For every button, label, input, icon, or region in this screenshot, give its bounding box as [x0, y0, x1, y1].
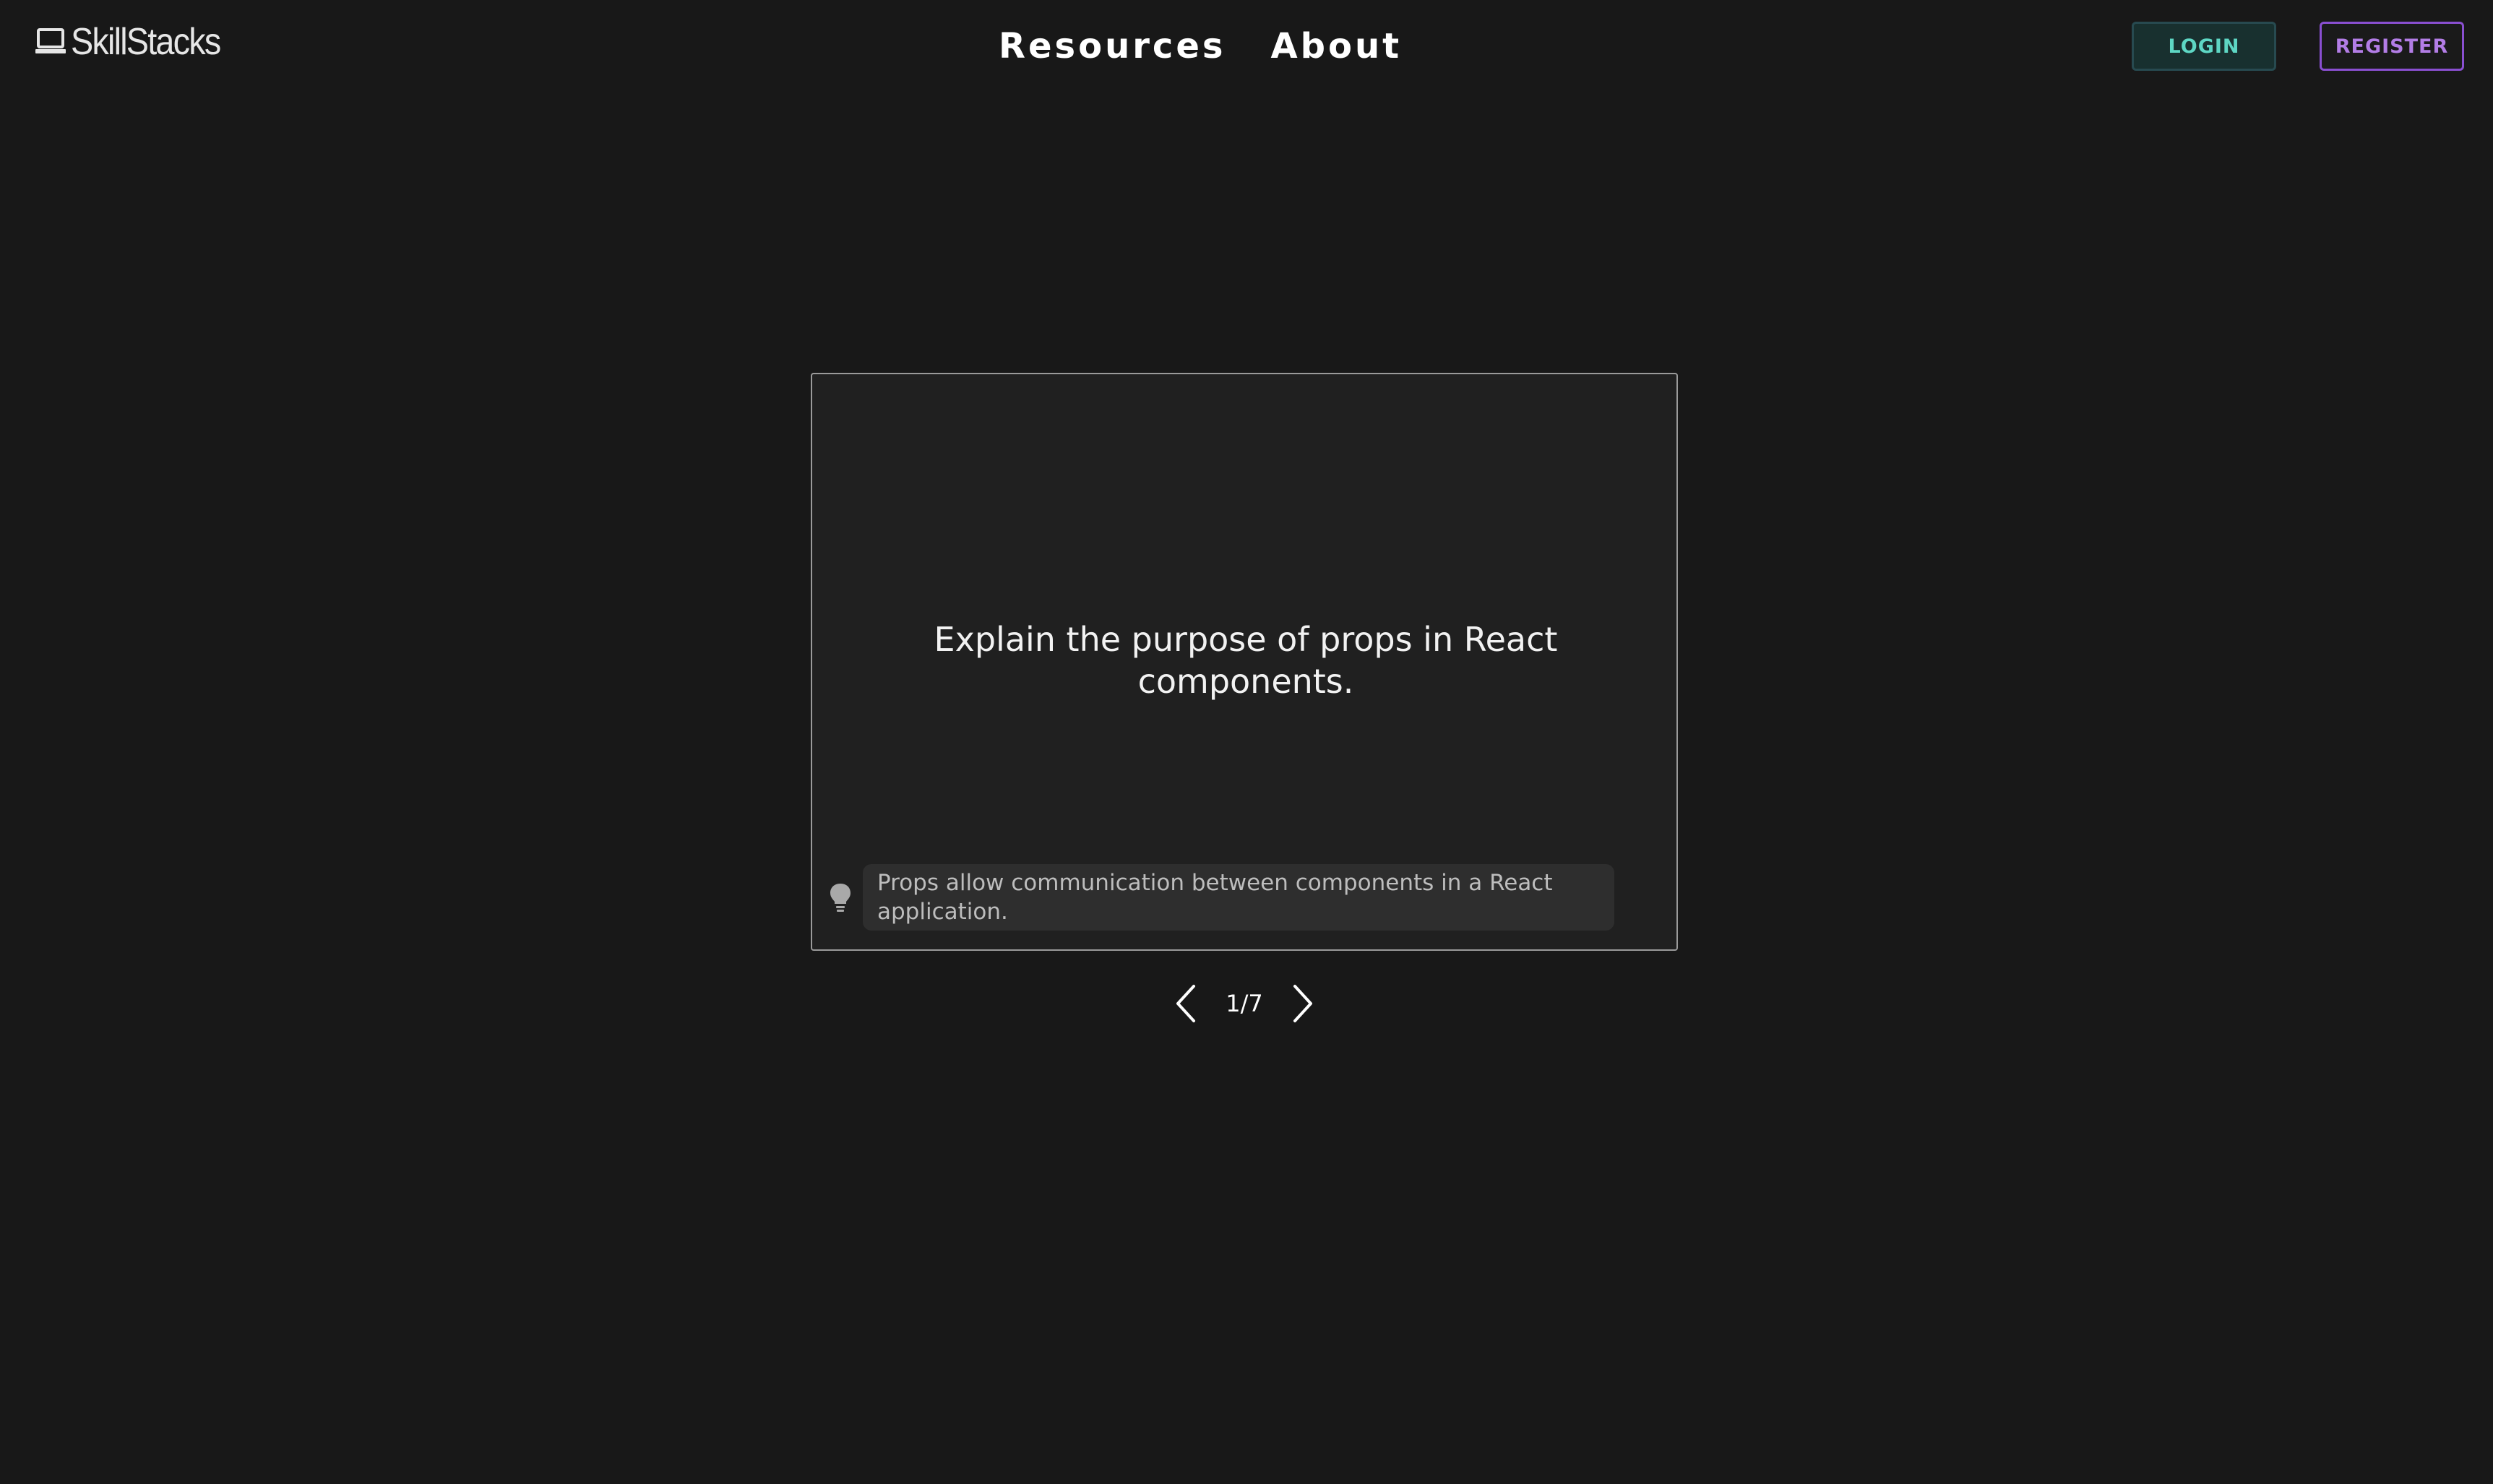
nav-resources-link[interactable]: Resources [999, 25, 1226, 68]
flashcard[interactable]: Explain the purpose of props in React co… [811, 373, 1678, 951]
nav-about-link[interactable]: About [1270, 25, 1402, 68]
card-pager: 1/7 [1172, 978, 1317, 1029]
login-button[interactable]: LOGIN [2132, 22, 2276, 71]
top-nav: SkillStacks Resources About LOGIN REGIST… [0, 0, 2493, 94]
hint-text: Props allow communication between compon… [863, 864, 1614, 931]
lightbulb-icon [830, 884, 851, 912]
brand-logo[interactable]: SkillStacks [35, 20, 236, 64]
laptop-icon [35, 28, 66, 53]
register-button[interactable]: REGISTER [2320, 22, 2464, 71]
hint-row: Props allow communication between compon… [828, 864, 1614, 931]
flashcard-page: SkillStacks Resources About LOGIN REGIST… [0, 0, 2493, 1484]
card-counter: 1/7 [1226, 990, 1263, 1017]
brand-name: SkillStacks [71, 21, 221, 63]
flashcard-question: Explain the purpose of props in React co… [934, 620, 1558, 701]
chevron-right-icon[interactable] [1288, 982, 1317, 1025]
chevron-left-icon[interactable] [1172, 982, 1201, 1025]
main-nav: Resources About [999, 25, 1402, 68]
